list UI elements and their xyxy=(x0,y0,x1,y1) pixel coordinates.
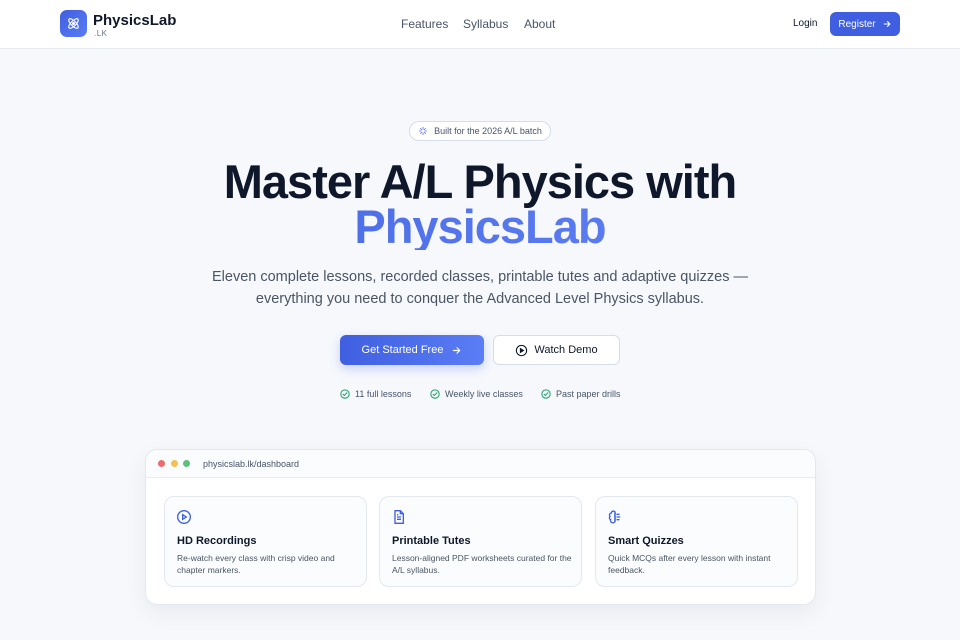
card-description: Lesson-aligned PDF worksheets curated fo… xyxy=(392,553,572,575)
hero-title: Master A/L Physics with xyxy=(223,155,737,208)
check-circle-icon xyxy=(541,389,551,399)
browser-bar: physicslab.lk/dashboard xyxy=(146,450,815,478)
card-description: Quick MCQs after every lesson with insta… xyxy=(608,553,771,575)
hero-title-brand: PhysicsLab xyxy=(0,203,960,250)
perk-item: 11 full lessons xyxy=(340,389,411,399)
perk-item: Past paper drills xyxy=(541,389,621,399)
window-close-dot xyxy=(158,460,165,467)
perk-item: Weekly live classes xyxy=(430,389,523,399)
card-description: Re-watch every class with crisp video an… xyxy=(177,553,335,575)
feature-card-tutes[interactable]: Printable Tutes Lesson-aligned PDF works… xyxy=(379,496,582,587)
sparkle-icon xyxy=(418,126,428,136)
brain-icon xyxy=(608,510,621,524)
card-title: Printable Tutes xyxy=(392,535,471,547)
card-title: HD Recordings xyxy=(177,535,257,547)
register-label: Register xyxy=(838,18,876,30)
address-url: physicslab.lk/dashboard xyxy=(203,459,300,469)
top-nav: PhysicsLab .LK Features Syllabus About L… xyxy=(0,0,960,49)
feature-card-quizzes[interactable]: Smart Quizzes Quick MCQs after every les… xyxy=(595,496,798,587)
badge-label: Built for the 2026 A/L batch xyxy=(434,126,542,136)
hero-subtitle: Eleven complete lessons, recorded classe… xyxy=(212,269,748,307)
nav-link-syllabus[interactable]: Syllabus xyxy=(463,17,508,31)
feature-card-recordings[interactable]: HD Recordings Re-watch every class with … xyxy=(164,496,367,587)
check-circle-icon xyxy=(340,389,350,399)
perk-label: Past paper drills xyxy=(556,389,621,399)
batch-badge: Built for the 2026 A/L batch xyxy=(409,121,551,141)
perk-label: Weekly live classes xyxy=(445,389,523,399)
login-link[interactable]: Login xyxy=(793,18,817,29)
check-circle-icon xyxy=(430,389,440,399)
watch-demo-label: Watch Demo xyxy=(534,344,598,356)
document-icon xyxy=(394,510,404,524)
arrow-right-icon xyxy=(453,346,461,354)
dashboard-preview: physicslab.lk/dashboard HD Recordings Re… xyxy=(145,449,816,605)
watch-demo-button[interactable]: Watch Demo xyxy=(493,335,620,365)
brand-suffix: .LK xyxy=(94,29,108,38)
nav-link-about[interactable]: About xyxy=(524,17,555,31)
nav-link-features[interactable]: Features xyxy=(401,17,448,31)
perk-label: 11 full lessons xyxy=(355,389,412,399)
register-button[interactable]: Register xyxy=(830,12,900,36)
atom-logo-icon[interactable] xyxy=(60,10,87,37)
play-circle-icon xyxy=(177,510,191,524)
arrow-right-icon xyxy=(883,20,891,28)
play-circle-icon xyxy=(516,344,528,356)
window-minimize-dot xyxy=(171,460,178,467)
brand-name[interactable]: PhysicsLab xyxy=(93,12,176,29)
card-title: Smart Quizzes xyxy=(608,535,684,547)
get-started-label: Get Started Free xyxy=(361,344,444,356)
window-maximize-dot xyxy=(183,460,190,467)
get-started-button[interactable]: Get Started Free xyxy=(340,335,484,365)
